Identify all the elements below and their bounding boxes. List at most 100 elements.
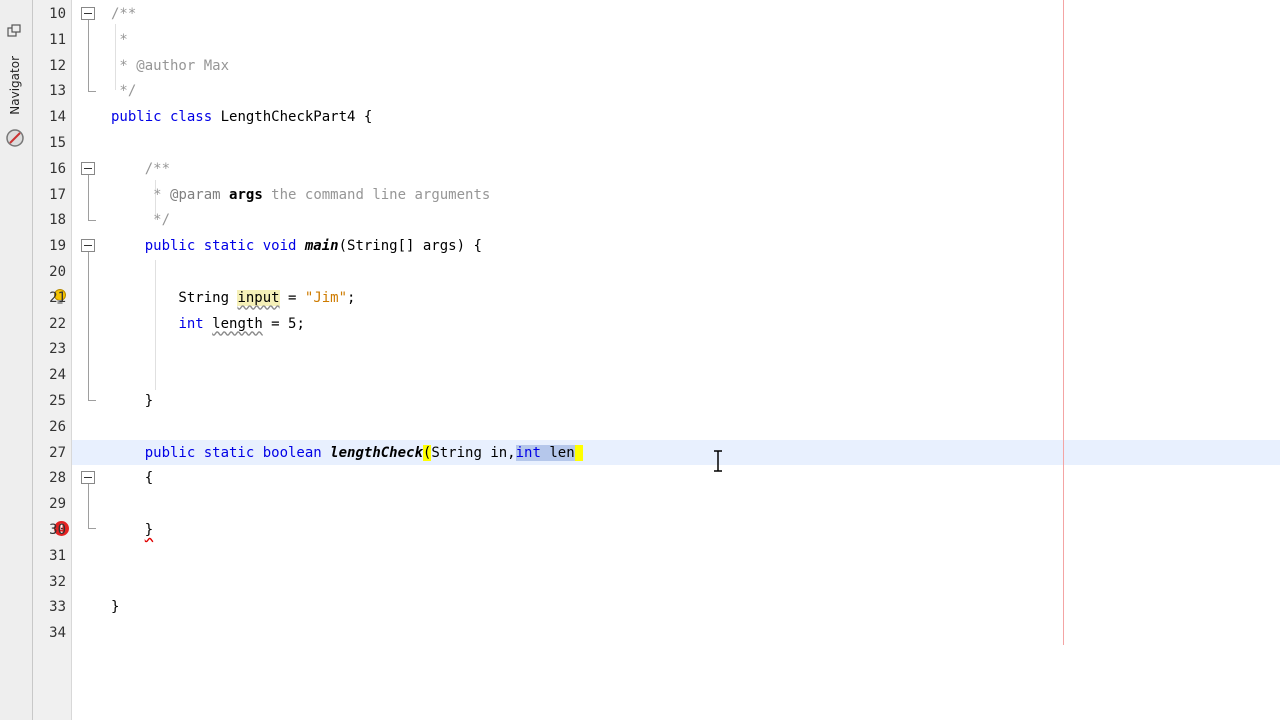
code-token: ; [347, 289, 356, 306]
code-token: String [111, 289, 238, 306]
code-token: length [212, 315, 263, 332]
code-line[interactable]: * [111, 27, 128, 53]
fold-guide [88, 252, 89, 400]
code-token: main [304, 238, 339, 255]
code-token: } [144, 522, 154, 538]
code-line[interactable]: public class LengthCheckPart4 { [111, 104, 372, 130]
code-token: LengthCheckPart4 { [212, 109, 373, 126]
code-line[interactable]: } [111, 594, 119, 620]
line-number: 22 [49, 315, 66, 332]
code-token: * [111, 186, 171, 203]
line-number: 23 [49, 341, 66, 358]
line-number: 11 [49, 31, 66, 48]
line-number: 13 [49, 83, 66, 100]
code-token: public static void [144, 238, 297, 255]
line-number: 25 [49, 393, 66, 409]
code-line[interactable]: * @author Max [111, 53, 229, 79]
navigator-tab[interactable]: Navigator [6, 56, 24, 115]
line-number: 24 [49, 367, 66, 384]
code-token: @param [170, 186, 221, 203]
code-line[interactable]: int length = 5; [111, 311, 305, 337]
code-token: /** [111, 6, 137, 22]
code-line[interactable]: String input = "Jim"; [111, 285, 355, 311]
code-token: input [237, 289, 280, 306]
code-token: public class [111, 109, 213, 126]
code-token [574, 444, 584, 461]
line-number: 18 [49, 212, 66, 229]
code-token: = 5; [262, 315, 305, 332]
fold-end [88, 528, 96, 529]
code-token: the command line arguments [262, 186, 491, 203]
line-number: 17 [49, 186, 66, 203]
fold-collapse-icon[interactable] [81, 162, 95, 175]
text-cursor-icon [714, 450, 722, 472]
code-token: int [178, 315, 204, 332]
line-number: 33 [49, 599, 66, 616]
line-number: 27 [49, 444, 66, 461]
fold-collapse-icon[interactable] [81, 7, 95, 20]
code-token: lengthCheck [330, 444, 423, 461]
code-token: { [111, 470, 154, 487]
right-margin-line [1063, 0, 1064, 645]
line-number: 16 [49, 160, 66, 177]
line-number: 31 [49, 547, 66, 564]
fold-guide [88, 484, 89, 528]
code-line[interactable]: /** [111, 156, 170, 182]
line-number: 30 [49, 522, 66, 538]
code-line[interactable]: public static boolean lengthCheck(String… [111, 440, 584, 466]
code-token: args [229, 186, 263, 203]
code-token: * [111, 31, 128, 48]
code-token: (String[] args) { [338, 238, 482, 255]
line-number: 28 [49, 470, 66, 487]
line-number: 29 [49, 496, 66, 513]
fold-end [88, 220, 96, 221]
fold-collapse-icon[interactable] [81, 471, 95, 484]
line-number: 14 [49, 109, 66, 126]
code-token: } [111, 599, 120, 616]
line-number: 26 [49, 418, 66, 435]
fold-collapse-icon[interactable] [81, 239, 95, 252]
code-token: */ [111, 212, 171, 229]
code-token: int [515, 444, 541, 461]
fold-end [88, 91, 96, 92]
window-restore-icon[interactable] [7, 24, 21, 38]
side-panel: Navigator [0, 0, 33, 720]
line-number: 15 [49, 135, 66, 151]
code-token: } [111, 393, 154, 409]
line-number: 12 [49, 57, 66, 74]
line-number: 19 [49, 238, 66, 255]
code-line[interactable]: } [111, 388, 153, 414]
code-token: * @author Max [111, 57, 230, 74]
code-token: public static boolean [144, 444, 322, 461]
code-line[interactable]: { [111, 465, 153, 491]
fold-guide [88, 20, 89, 91]
code-token: = [279, 289, 305, 306]
code-line[interactable]: } [111, 517, 153, 543]
line-number: 34 [49, 625, 66, 642]
code-line[interactable]: /** [111, 1, 136, 27]
code-line[interactable]: */ [111, 207, 170, 233]
code-token: "Jim" [304, 289, 348, 306]
fold-guide [88, 175, 89, 220]
code-line[interactable]: * @param args the command line arguments [111, 182, 490, 208]
line-number: 21 [49, 289, 66, 306]
code-token: */ [111, 83, 137, 100]
navigator-compass-icon [6, 129, 24, 147]
code-line[interactable]: */ [111, 78, 136, 104]
line-number: 10 [49, 6, 66, 22]
code-token: String in, [431, 444, 516, 461]
line-number: 32 [49, 573, 66, 590]
line-number: 20 [49, 264, 66, 280]
code-token: /** [111, 160, 171, 177]
code-token: len [540, 444, 575, 461]
code-line[interactable]: public static void main(String[] args) { [111, 233, 482, 259]
fold-end [88, 400, 96, 401]
